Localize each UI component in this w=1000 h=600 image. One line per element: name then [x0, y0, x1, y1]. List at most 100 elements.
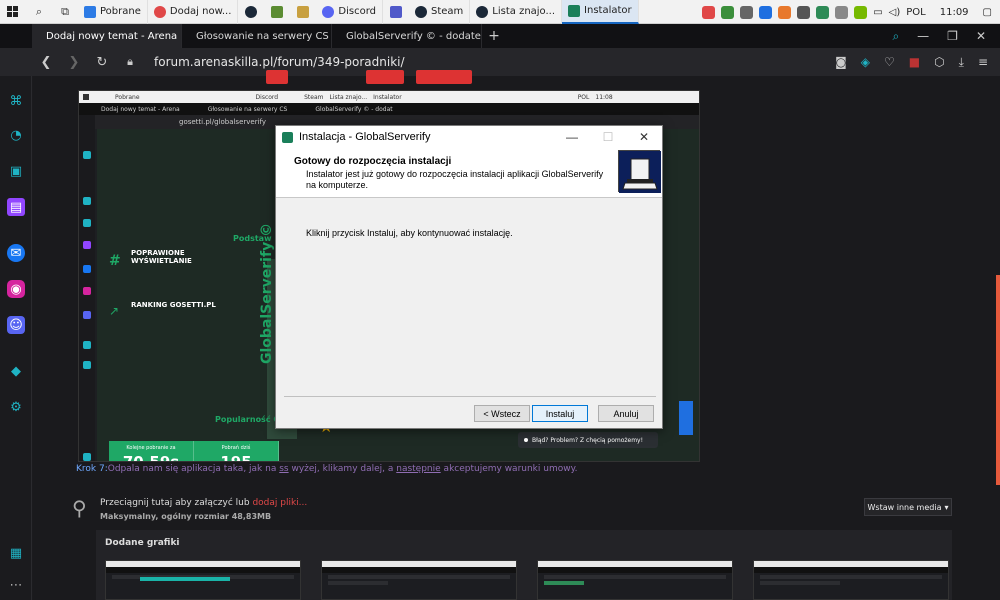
image-thumbnail[interactable]: [537, 560, 733, 600]
tray-icon[interactable]: [740, 5, 754, 19]
task-view-icon[interactable]: ⧉: [52, 0, 78, 24]
minimize-icon[interactable]: —: [917, 29, 929, 43]
tray-icon[interactable]: [759, 5, 773, 19]
gamepad-icon[interactable]: ⌘: [7, 92, 25, 110]
tab-forum[interactable]: Dodaj nowy temat - Arena ✕: [32, 24, 182, 48]
tab-label: GlobalServerify © - dodate: [346, 30, 481, 42]
minecraft-icon[interactable]: [264, 0, 290, 24]
image-thumbnail[interactable]: [105, 560, 301, 600]
maximize-icon[interactable]: ☐: [590, 130, 626, 144]
tray-icon[interactable]: [816, 5, 830, 19]
steam-icon: [476, 5, 489, 18]
instagram-icon[interactable]: ◉: [7, 280, 25, 298]
close-window-icon[interactable]: ✕: [976, 29, 986, 43]
mini-taskbar-label: Lista znajo...: [329, 93, 368, 101]
tray-icon[interactable]: [721, 5, 735, 19]
taskbar-item-discord[interactable]: Discord: [316, 0, 383, 24]
insert-media-button[interactable]: Wstaw inne media ▾: [864, 498, 952, 516]
volume-icon[interactable]: ◁): [889, 7, 901, 18]
tray-icon[interactable]: [797, 5, 811, 19]
lock-icon: 🔒︎: [127, 55, 133, 68]
taskbar-item-label: Dodaj now...: [169, 6, 232, 17]
network-icon[interactable]: ▭: [873, 7, 882, 18]
stat-label: Kolejne pobranie za: [126, 445, 176, 451]
maximize-icon[interactable]: ❐: [947, 29, 958, 43]
steam-icon[interactable]: [238, 0, 264, 24]
camera-icon[interactable]: ◙: [835, 55, 847, 69]
url-field[interactable]: forum.arenaskilla.pl/forum/349-poradniki…: [154, 55, 405, 69]
installer-icon: [568, 4, 581, 17]
heart-icon[interactable]: ♡: [884, 55, 895, 69]
added-images-panel: Dodane grafiki: [96, 530, 952, 600]
taskbar-item-label: Instalator: [584, 5, 632, 16]
bag-icon[interactable]: ▣: [7, 162, 25, 180]
taskbar-item-installer[interactable]: Instalator: [562, 0, 639, 24]
taskbar-item-label: Lista znajo...: [492, 6, 556, 17]
twitch-icon[interactable]: ▤: [7, 198, 25, 216]
extension-icon[interactable]: ■: [909, 55, 920, 69]
teams-icon[interactable]: [383, 0, 409, 24]
help-label: Błąd? Problem? Z chęcią pomożemy!: [532, 436, 644, 444]
tab-label: Dodaj nowy temat - Arena: [46, 30, 178, 42]
taskbar-item-steam[interactable]: Steam: [409, 0, 471, 24]
caption-text: następnie: [396, 464, 441, 474]
back-button[interactable]: < Wstecz: [474, 405, 530, 422]
mini-tab-label: GlobalServerify © - dodat: [315, 105, 393, 113]
attachment-dropzone[interactable]: ⚲ Przeciągnij tutaj aby załączyć lub dod…: [72, 494, 952, 524]
stat-label: Pobrań dziś: [221, 445, 251, 451]
minimize-icon[interactable]: —: [554, 130, 590, 144]
vertical-brand: GlobalServerify ©: [259, 222, 275, 364]
install-button[interactable]: Instaluj: [532, 405, 588, 422]
mini-url: gosetti.pl/globalserverify: [179, 118, 267, 126]
window-controls: ⌕ — ❐ ✕: [892, 24, 1000, 48]
messenger-icon[interactable]: ✉: [7, 244, 25, 262]
forward-icon[interactable]: ❯: [60, 55, 88, 70]
tab-voting[interactable]: Głosowanie na serwery CS ✕: [182, 24, 332, 48]
dialog-title: Instalacja - GlobalServerify: [299, 131, 431, 143]
tab-label: Głosowanie na serwery CS: [196, 30, 329, 42]
speed-icon[interactable]: ◔: [7, 126, 25, 144]
image-thumbnail[interactable]: [321, 560, 517, 600]
max-size-label: Maksymalny, ogólny rozmiar 48,83MB: [100, 512, 272, 521]
taskbar-item-pobrane[interactable]: Pobrane: [78, 0, 148, 24]
caret-down-icon: ▾: [944, 502, 949, 512]
taskbar-item-browser[interactable]: Dodaj now...: [148, 0, 239, 24]
image-thumbnail[interactable]: [753, 560, 949, 600]
search-icon[interactable]: ⌕: [26, 0, 52, 24]
download-icon[interactable]: ⤓: [959, 55, 964, 70]
vpn-icon[interactable]: ◈: [861, 55, 870, 69]
cube-icon[interactable]: ◆: [7, 362, 25, 380]
trend-icon: ↗: [109, 304, 120, 318]
cube-icon[interactable]: ⬡: [934, 55, 944, 69]
clock[interactable]: 11:09: [940, 7, 969, 18]
panel-icon[interactable]: ▦: [7, 544, 25, 562]
mini-tab-label: Głosowanie na serwery CS: [207, 105, 288, 113]
tab-globalserverify[interactable]: GlobalServerify © - dodate ✕: [332, 24, 482, 48]
browser-sidebar: ◎ ⌘ ◔ ▣ ▤ ✉ ◉ ☺ ◆ ⚙ ▦ ⋯: [0, 24, 32, 600]
add-files-link[interactable]: dodaj pliki...: [252, 498, 307, 508]
more-icon[interactable]: ⋯: [7, 576, 25, 594]
scrollbar-accent[interactable]: [996, 275, 1000, 485]
taskbar-item-friends[interactable]: Lista znajo...: [470, 0, 563, 24]
cancel-button[interactable]: Anuluj: [598, 405, 654, 422]
app-icon[interactable]: [290, 0, 316, 24]
tray-icon[interactable]: [835, 5, 849, 19]
installer-icon: [282, 131, 293, 143]
discord-icon[interactable]: ☺: [7, 316, 25, 334]
mini-taskbar-label: Steam: [304, 93, 324, 101]
search-tabs-icon[interactable]: ⌕: [892, 29, 899, 44]
dialog-titlebar: Instalacja - GlobalServerify — ☐ ✕: [276, 126, 662, 148]
tray-icon[interactable]: [702, 5, 716, 19]
new-tab-button[interactable]: +: [482, 28, 506, 44]
settings-icon[interactable]: ⚙: [7, 398, 25, 416]
reload-icon[interactable]: ↻: [88, 55, 116, 70]
language-indicator[interactable]: POL: [906, 7, 925, 18]
tray-icon[interactable]: [778, 5, 792, 19]
notification-icon[interactable]: ▢: [983, 7, 992, 18]
menu-icon[interactable]: ≡: [978, 55, 988, 69]
hash-icon: #: [109, 253, 121, 269]
start-button[interactable]: [0, 0, 26, 24]
back-icon[interactable]: ❮: [32, 55, 60, 70]
nvidia-icon[interactable]: [854, 5, 868, 19]
close-icon[interactable]: ✕: [626, 130, 662, 144]
